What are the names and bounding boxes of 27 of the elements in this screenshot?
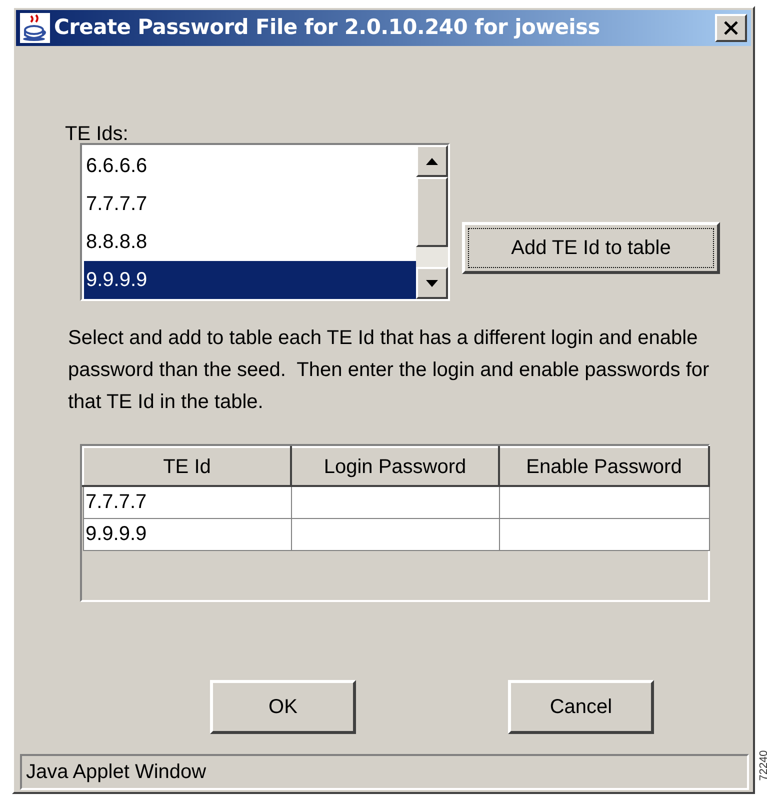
ok-button[interactable]: OK xyxy=(210,680,356,734)
table-cell[interactable] xyxy=(499,486,709,518)
down-arrow-icon xyxy=(426,280,438,286)
scrollbar[interactable] xyxy=(416,145,448,299)
column-header[interactable]: TE Id xyxy=(83,447,291,486)
table-cell[interactable]: 9.9.9.9 xyxy=(83,518,291,550)
coffee-cup-icon xyxy=(20,13,50,43)
scroll-down-button[interactable] xyxy=(416,267,448,299)
cancel-button[interactable]: Cancel xyxy=(508,680,654,734)
instructions-text: Select and add to table each TE Id that has a different login and enable password than the seed. Then enter the login and enable passwords for that TE Id in the table. xyxy=(68,326,710,415)
up-arrow-icon xyxy=(426,158,438,164)
table-cell[interactable] xyxy=(499,518,709,550)
figure-number: 72240 xyxy=(758,750,767,781)
table-cell[interactable] xyxy=(291,518,499,550)
table-cell[interactable] xyxy=(291,486,499,518)
column-header[interactable]: Login Password xyxy=(291,447,499,486)
column-header[interactable]: Enable Password xyxy=(499,447,709,486)
scroll-up-button[interactable] xyxy=(416,145,448,177)
close-button[interactable] xyxy=(715,14,747,42)
status-bar: Java Applet Window xyxy=(20,754,749,790)
list-item[interactable]: 9.9.9.9 xyxy=(84,261,416,299)
table-cell[interactable]: 7.7.7.7 xyxy=(83,486,291,518)
add-te-id-button[interactable]: Add TE Id to table xyxy=(462,222,720,274)
window-title: Create Password File for 2.0.10.240 for joweiss xyxy=(54,14,600,42)
close-icon xyxy=(724,21,738,35)
te-id-listbox[interactable]: 6.6.6.6 7.7.7.7 8.8.8.8 9.9.9.9 xyxy=(80,143,450,301)
scroll-thumb[interactable] xyxy=(416,177,448,247)
